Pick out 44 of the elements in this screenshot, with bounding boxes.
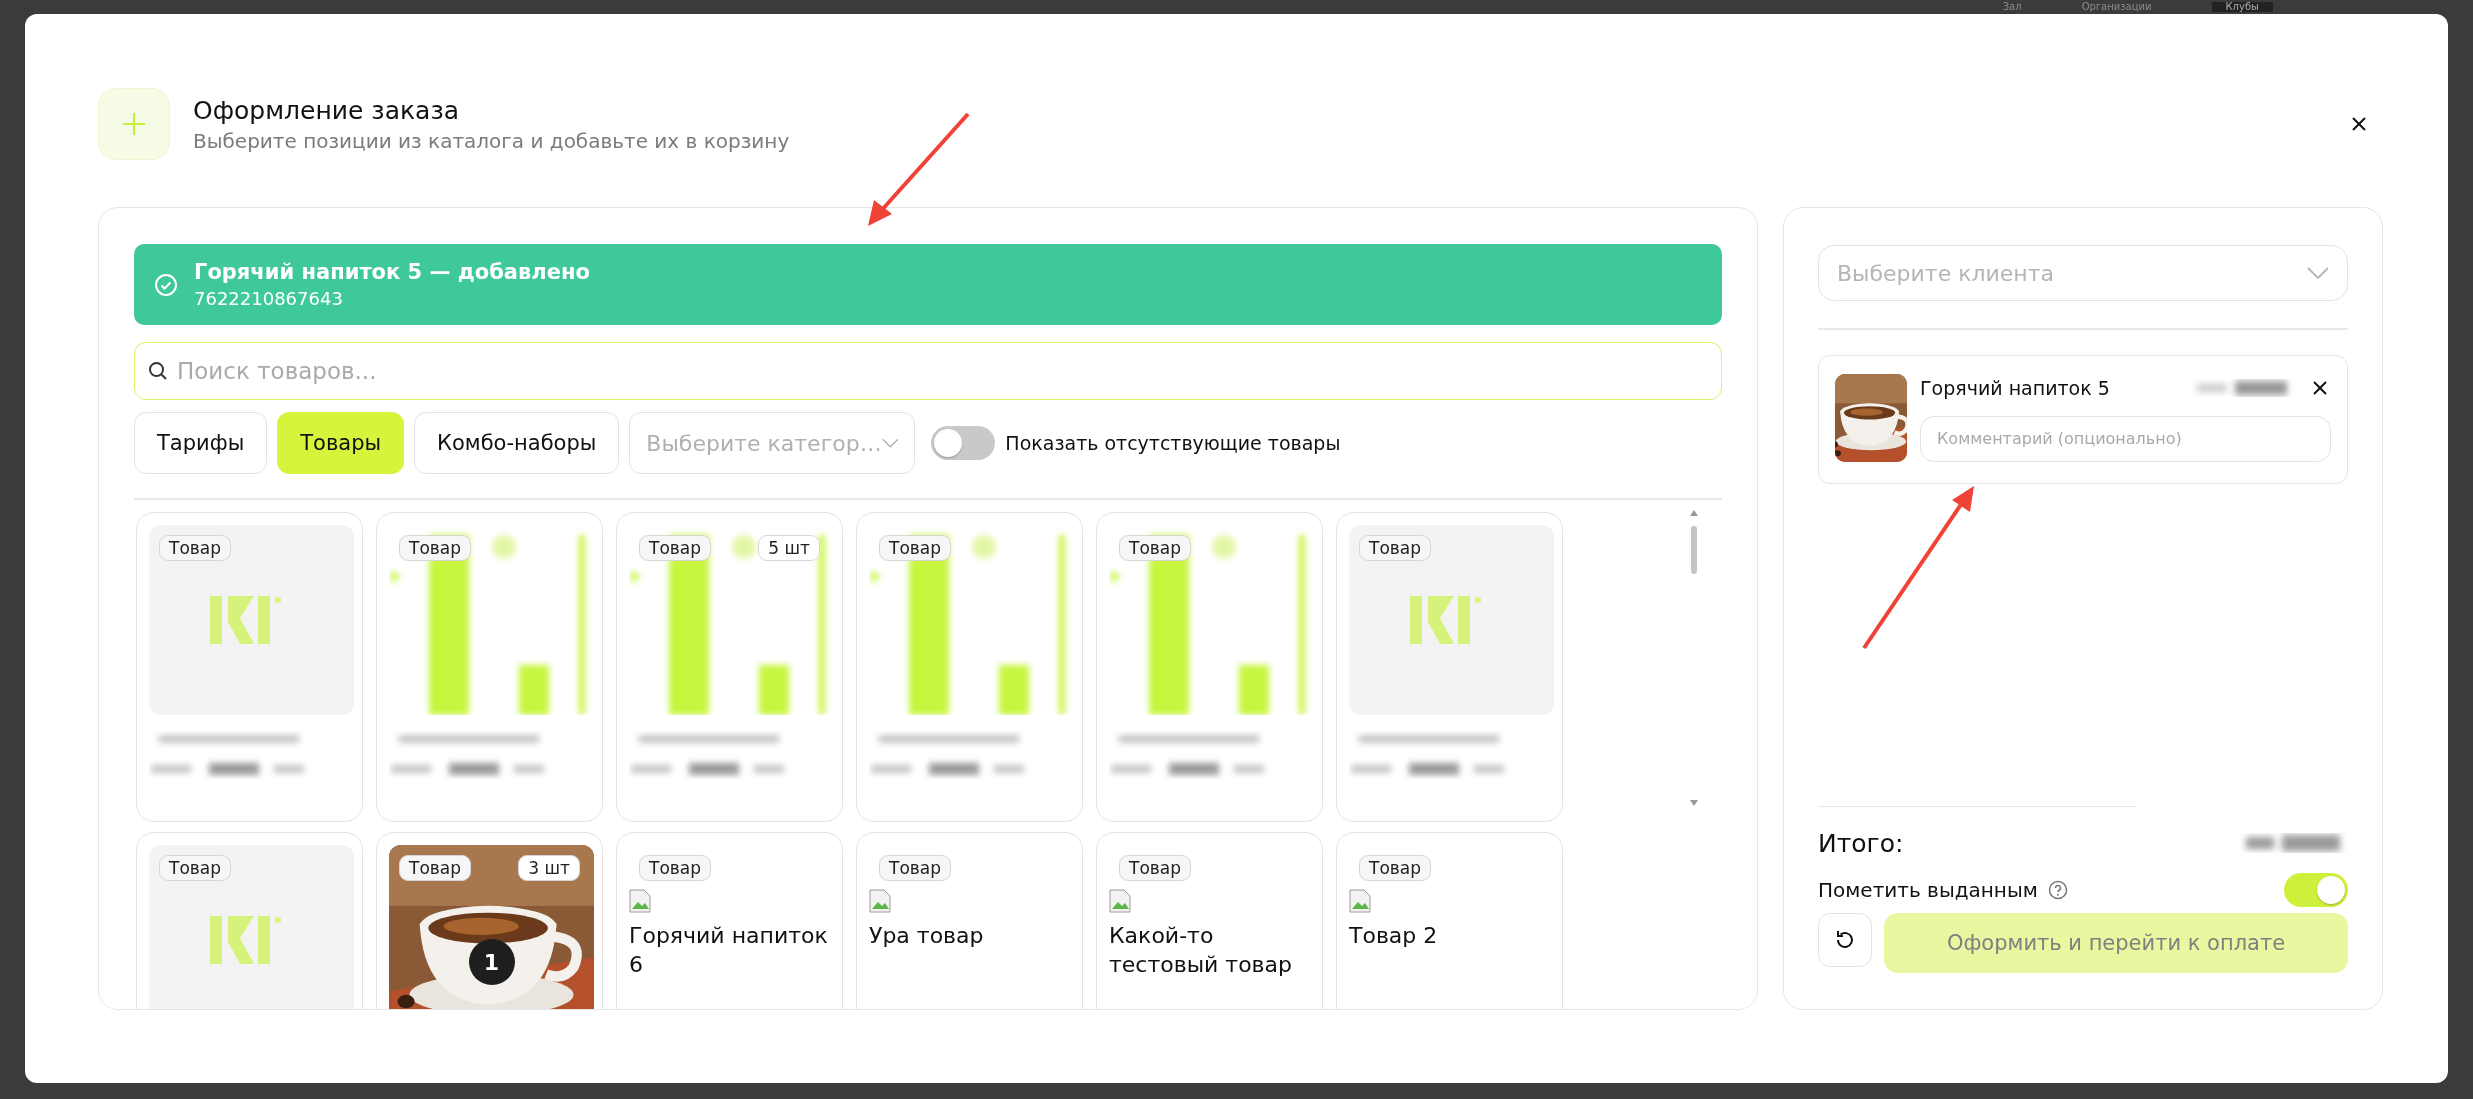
chevron-down-icon [2307,267,2329,279]
image-alt-text: Товар 2 [1349,921,1439,950]
broken-image-icon [629,888,651,913]
notification-barcode-text: 7622210867643 [194,288,344,309]
product-type-tag: Товар [399,854,471,881]
plus-icon [98,88,170,160]
help-icon[interactable] [2047,880,2068,900]
toggle-label: Показать отсутствующие товары [1005,432,1341,454]
product-type-tag: Товар [639,854,711,881]
search-field[interactable]: Поиск товаров... [134,342,1722,400]
image-alt-text: Ура товар [869,921,985,950]
broken-image-icon [1349,888,1371,913]
total-label: Итого: [1818,828,1904,858]
broken-image-icon [1109,888,1131,913]
stock-count-tag: 5 шт [758,534,820,561]
product-type-tag: Товар [159,854,231,881]
filter-tab[interactable]: Товары [277,412,405,474]
dialog-title: Оформление заказа [193,95,460,125]
product-type-tag: Товар [1119,534,1191,561]
toggle-switch[interactable] [2284,873,2348,907]
filter-tab[interactable]: Комбо-наборы [414,412,620,474]
product-type-tag: Товар [879,854,951,881]
check-circle-icon [154,272,178,297]
chevron-down-icon [881,437,899,449]
image-alt-text: Горячий напиток 6 [629,921,829,980]
broken-image-icon [869,888,891,913]
toggle-switch[interactable] [931,426,996,460]
product-type-tag: Товар [399,534,471,561]
product-type-tag: Товар [159,534,231,561]
product-type-tag: Товар [1359,854,1431,881]
toggle-label: Пометить выданным [1818,878,2038,902]
dialog-subtitle: Выберите позиции из каталога и добавьте их в корзину [193,128,791,153]
product-type-tag: Товар [1119,854,1191,881]
reset-icon[interactable] [1818,913,1872,967]
stock-count-tag: 3 шт [518,854,580,881]
product-type-tag: Товар [1359,534,1431,561]
product-type-tag: Товар [879,534,951,561]
filter-tab[interactable]: Тарифы [134,412,268,474]
notification-title: Горячий напиток 5 — добавлено [194,260,590,284]
image-alt-text: Какой-то тестовый товар [1109,921,1294,980]
product-type-tag: Товар [639,534,711,561]
search-icon [148,361,168,381]
comment-field[interactable]: Комментарий (опционально) [1920,415,2331,462]
cart-item-name: Горячий напиток 5 [1920,376,2111,399]
